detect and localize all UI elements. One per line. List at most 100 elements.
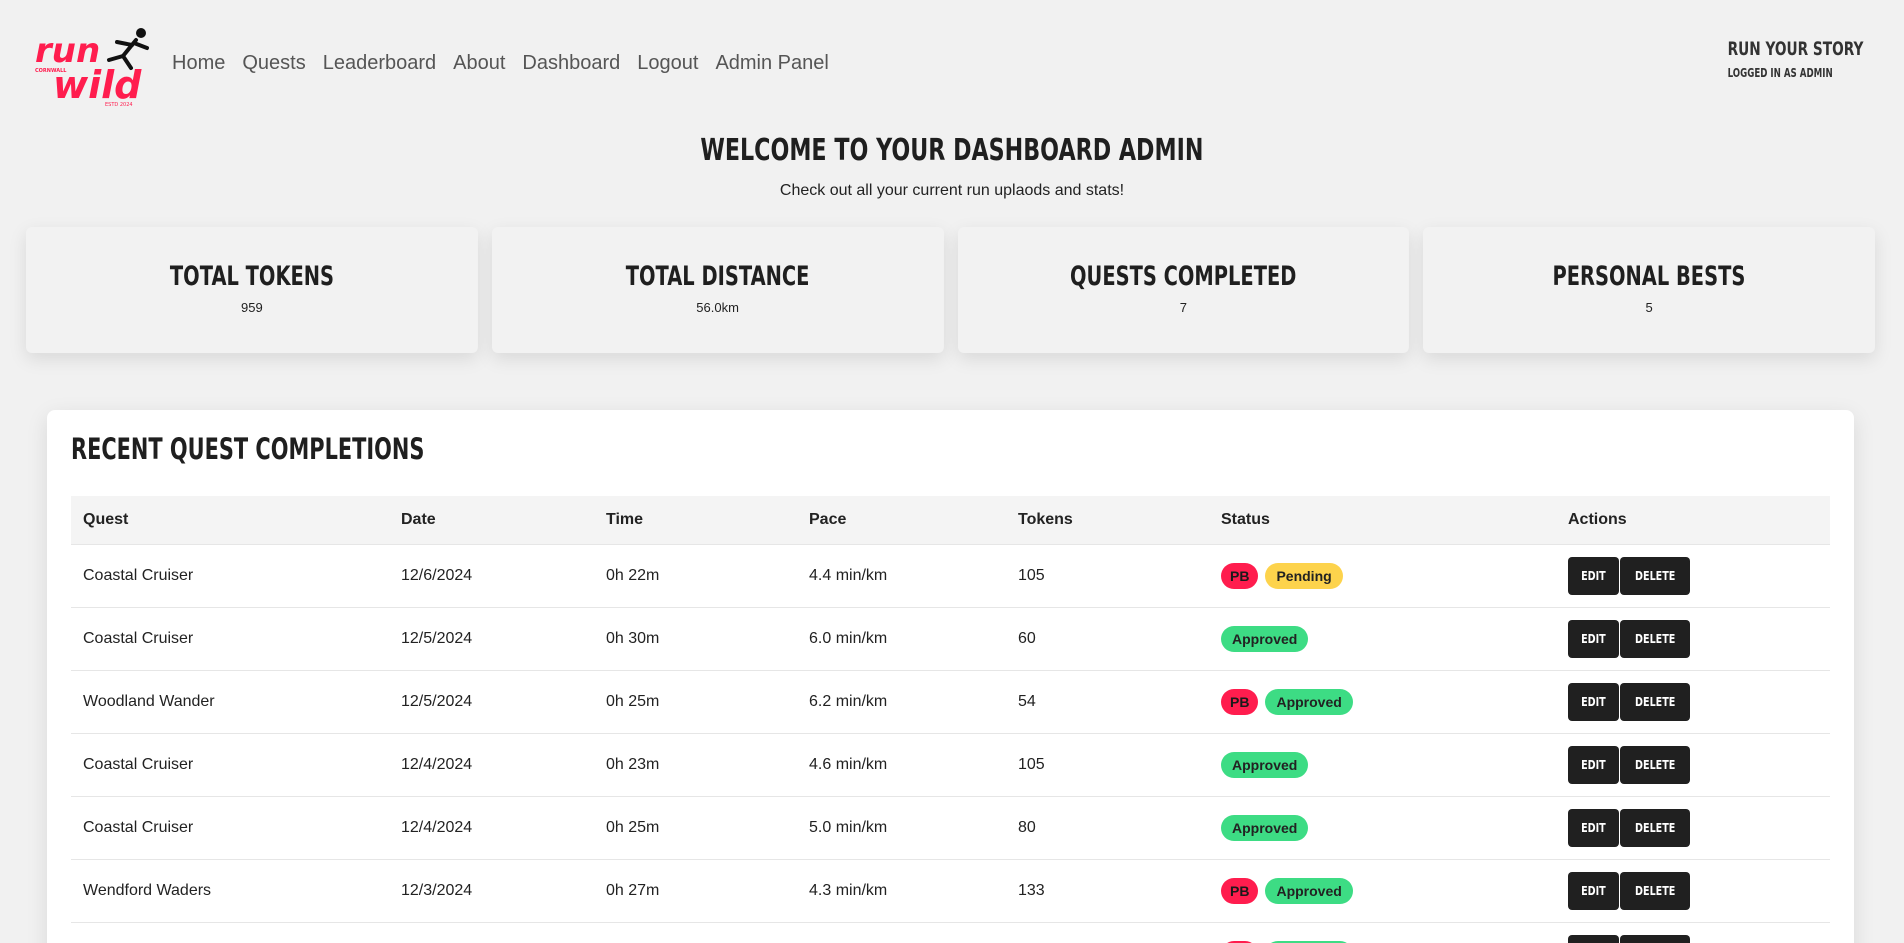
nav-admin-panel[interactable]: Admin Panel <box>715 52 828 75</box>
cell-time <box>594 921 797 943</box>
run-wild-logo[interactable]: run wild CORNWALL ESTD 2024 <box>33 26 151 108</box>
nav-quests[interactable]: Quests <box>242 52 305 75</box>
delete-button[interactable]: DELETE <box>1619 682 1691 721</box>
nav-home[interactable]: Home <box>172 52 225 75</box>
column-header-status[interactable]: Status <box>1209 496 1556 544</box>
column-header-pace[interactable]: Pace <box>797 496 1006 544</box>
table-header-row: Quest Date Time Pace Tokens Status Actio… <box>71 496 1830 544</box>
cell-tokens: 105 <box>1006 732 1209 796</box>
stat-value: 959 <box>241 300 263 315</box>
stat-label: PERSONAL BESTS <box>1423 261 1875 292</box>
cell-time: 0h 23m <box>594 732 797 796</box>
status-badge: Approved <box>1221 625 1309 652</box>
cell-time: 0h 30m <box>594 606 797 670</box>
table-row: Coastal Cruiser 12/4/2024 0h 23m 4.6 min… <box>71 732 1830 796</box>
status-badge: Approved <box>1221 814 1309 841</box>
delete-button-label: DELETE <box>1635 935 1675 943</box>
logo-graphic: run wild CORNWALL ESTD 2024 <box>35 28 149 108</box>
delete-button-label: DELETE <box>1634 820 1676 835</box>
status-badge: Approved <box>1265 877 1353 904</box>
section-title: RECENT QUEST COMPLETIONS <box>71 432 562 466</box>
stat-label: TOTAL DISTANCE <box>492 261 944 292</box>
stat-label-text: PERSONAL BESTS <box>1552 261 1746 292</box>
stats-row: TOTAL TOKENS 959 TOTAL DISTANCE 56.0km Q… <box>26 227 1875 353</box>
recent-completions-panel: RECENT QUEST COMPLETIONS Quest Date Time… <box>47 410 1854 943</box>
cell-quest: Coastal Cruiser <box>71 606 389 670</box>
cell-status: PB Pending <box>1209 543 1556 607</box>
edit-button[interactable]: EDIT <box>1568 871 1619 910</box>
edit-button[interactable]: EDIT <box>1568 808 1619 847</box>
stat-card-personal-bests: PERSONAL BESTS 5 <box>1423 227 1875 353</box>
cell-time: 0h 27m <box>594 858 797 922</box>
delete-button-label: DELETE <box>1634 757 1676 772</box>
status-badge: Pending <box>1265 562 1343 589</box>
cell-date: 12/4/2024 <box>389 732 594 796</box>
edit-button[interactable]: EDIT <box>1568 934 1619 943</box>
delete-button[interactable]: DELETE <box>1619 871 1691 910</box>
cell-tokens <box>1006 921 1209 943</box>
nav-logout[interactable]: Logout <box>637 52 698 75</box>
delete-button[interactable]: DELETE <box>1619 808 1691 847</box>
page-title: WELCOME TO YOUR DASHBOARD ADMIN <box>0 133 1904 168</box>
edit-button-label: EDIT <box>1581 820 1606 835</box>
cell-date <box>389 921 594 943</box>
stat-label-text: TOTAL TOKENS <box>169 261 334 292</box>
table-row: Wendford Waders 12/3/2024 0h 27m 4.3 min… <box>71 858 1830 922</box>
cell-status: Approved <box>1209 732 1556 796</box>
edit-button[interactable]: EDIT <box>1568 619 1619 658</box>
nav-dashboard[interactable]: Dashboard <box>522 52 620 75</box>
cell-date: 12/5/2024 <box>389 669 594 733</box>
runner-icon <box>107 28 149 70</box>
site-header: run wild CORNWALL ESTD 2024 Home Quests … <box>0 0 1904 130</box>
edit-button-label: EDIT <box>1581 935 1606 943</box>
column-header-quest[interactable]: Quest <box>71 496 389 544</box>
cell-pace: 4.4 min/km <box>797 543 1006 607</box>
logo-text-cornwall: CORNWALL <box>35 68 67 74</box>
cell-pace: 5.0 min/km <box>797 795 1006 859</box>
pb-badge: PB <box>1221 562 1259 589</box>
column-header-time[interactable]: Time <box>594 496 797 544</box>
delete-button[interactable]: DELETE <box>1619 745 1691 784</box>
table-row: Coastal Cruiser 12/4/2024 0h 25m 5.0 min… <box>71 795 1830 859</box>
cell-date: 12/3/2024 <box>389 858 594 922</box>
nav-leaderboard[interactable]: Leaderboard <box>323 52 436 75</box>
table-row: Coastal Cruiser 12/5/2024 0h 30m 6.0 min… <box>71 606 1830 670</box>
page-subtitle: Check out all your current run uplaods a… <box>779 182 1125 199</box>
page-title-text: WELCOME TO YOUR DASHBOARD ADMIN <box>700 133 1204 168</box>
cell-quest <box>71 921 389 943</box>
cell-actions: EDIT DELETE <box>1556 858 1830 922</box>
edit-button[interactable]: EDIT <box>1568 556 1619 595</box>
cell-actions: EDIT DELETE <box>1556 795 1830 859</box>
cell-quest: Coastal Cruiser <box>71 543 389 607</box>
table-row: PBApproved EDIT DELETE <box>71 921 1830 943</box>
delete-button[interactable]: DELETE <box>1619 934 1691 943</box>
stat-label-text: TOTAL DISTANCE <box>625 261 810 292</box>
cell-quest: Coastal Cruiser <box>71 732 389 796</box>
cell-status: PBApproved <box>1209 669 1556 733</box>
section-title-text: RECENT QUEST COMPLETIONS <box>71 432 425 466</box>
nav-about[interactable]: About <box>453 52 505 75</box>
edit-button-label: EDIT <box>1581 568 1606 583</box>
edit-button-label: EDIT <box>1581 631 1606 646</box>
column-header-actions: Actions <box>1568 510 1627 528</box>
stat-card-total-distance: TOTAL DISTANCE 56.0km <box>491 227 944 353</box>
cell-tokens: 133 <box>1006 858 1209 922</box>
pb-badge: PB <box>1221 877 1259 904</box>
logo-text-estd: ESTD 2024 <box>105 102 133 108</box>
brand-block: RUN YOUR STORY LOGGED IN AS ADMIN <box>1708 38 1864 80</box>
delete-button[interactable]: DELETE <box>1619 556 1691 595</box>
table-row: Woodland Wander 12/5/2024 0h 25m 6.2 min… <box>71 669 1830 733</box>
column-header-date[interactable]: Date <box>389 496 594 544</box>
table-row: Coastal Cruiser 12/6/2024 0h 22m 4.4 min… <box>71 543 1830 607</box>
edit-button[interactable]: EDIT <box>1568 682 1619 721</box>
cell-date: 12/6/2024 <box>389 543 594 607</box>
delete-button[interactable]: DELETE <box>1619 619 1691 658</box>
cell-actions: EDIT DELETE <box>1556 606 1830 670</box>
column-header-tokens[interactable]: Tokens <box>1006 496 1209 544</box>
stat-card-quests-completed: QUESTS COMPLETED 7 <box>957 227 1410 353</box>
table-body: Coastal Cruiser 12/6/2024 0h 22m 4.4 min… <box>71 543 1830 943</box>
brand-tagline: RUN YOUR STORY <box>1727 38 1864 60</box>
edit-button[interactable]: EDIT <box>1568 745 1619 784</box>
cell-tokens: 105 <box>1006 543 1209 607</box>
stat-label-text: QUESTS COMPLETED <box>1070 261 1297 292</box>
